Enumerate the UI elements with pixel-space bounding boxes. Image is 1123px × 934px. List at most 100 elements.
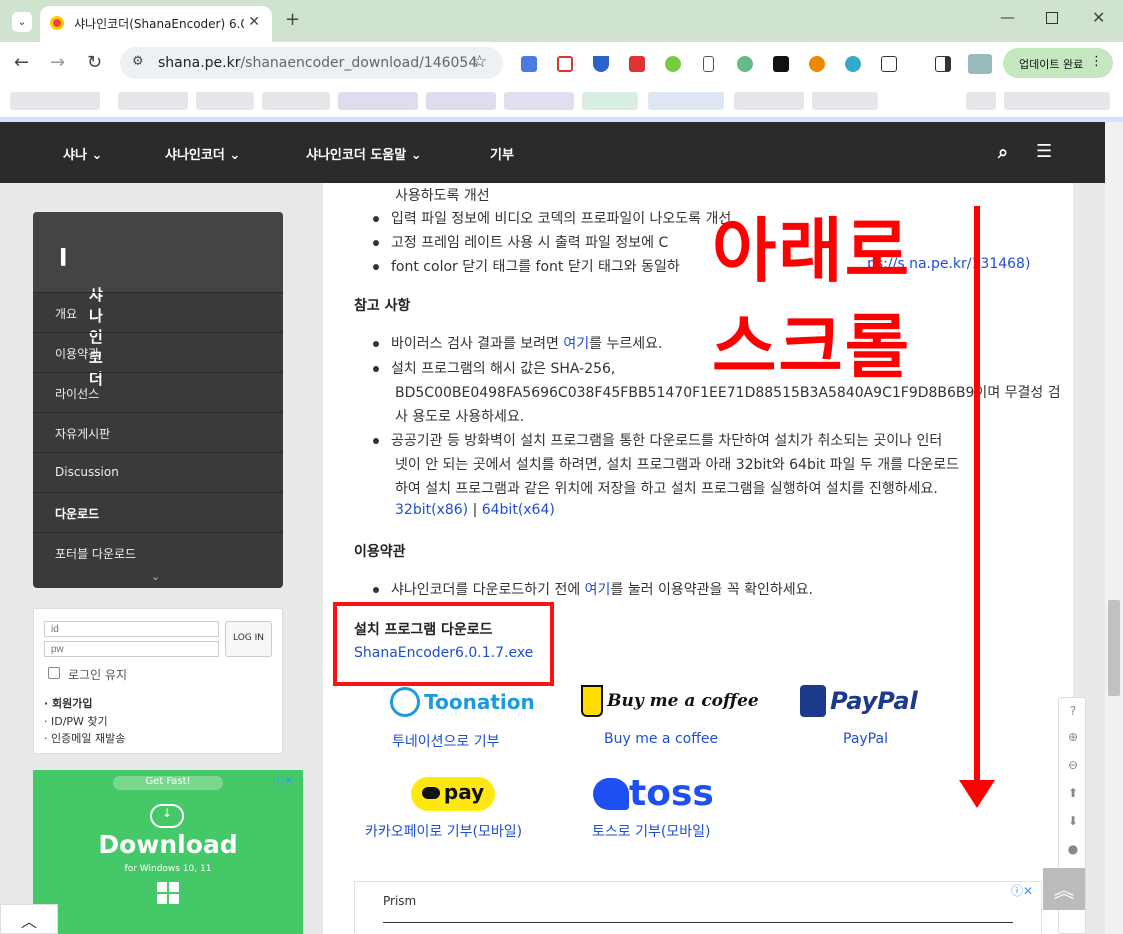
sidebar-item-license[interactable]: 라이선스 (33, 372, 283, 412)
new-tab-icon[interactable]: + (285, 11, 300, 29)
paypal-logo[interactable]: PayPal (800, 685, 918, 717)
list-text: 하여 설치 프로그램과 같은 위치에 저장을 하고 설치 프로그램을 실행하여 … (395, 481, 938, 497)
browser-chrome: ⌄ 샤나인코더(ShanaEncoder) 6.0. ✕ + — ✕ ← → ↻… (0, 0, 1123, 122)
keep-login-checkbox[interactable] (48, 667, 60, 679)
ext-black-icon[interactable] (773, 56, 789, 72)
download-ext-icon[interactable] (593, 56, 609, 72)
terms-link[interactable]: 여기 (585, 582, 611, 598)
nav-item-encoder[interactable]: 샤나인코더 ⌄ (165, 144, 240, 163)
bookmark-item[interactable] (648, 92, 724, 110)
zoom-in-icon[interactable]: ⊕ (1059, 730, 1087, 744)
sidebar-menu: ▍ 샤나인코더 개요 이용약관 라이선스 자유게시판 Discussion 다운로… (33, 212, 283, 588)
ad-divider (383, 922, 1013, 923)
ad-info-icon[interactable]: ⓘ✕ (273, 772, 293, 788)
help-icon[interactable]: ? (1059, 704, 1087, 718)
bookmark-item[interactable] (196, 92, 254, 110)
tab-search-icon[interactable]: ⌄ (12, 12, 32, 32)
nav-item-shana[interactable]: 샤나 ⌄ (63, 144, 102, 163)
update-button[interactable]: 업데이트 완료 ⋮ (1003, 48, 1113, 78)
list-item: 바이러스 검사 결과를 보려면 여기를 누르세요. (373, 333, 662, 353)
ext-green-icon[interactable] (665, 56, 681, 72)
list-text: 넷이 안 되는 곳에서 설치를 하려면, 설치 프로그램과 아래 32bit와 … (395, 457, 959, 473)
pdf-ext-icon[interactable] (629, 56, 645, 72)
bookmark-item[interactable] (118, 92, 188, 110)
sidebar-item-discussion[interactable]: Discussion (33, 452, 283, 492)
list-item: 고정 프레임 레이트 사용 시 출력 파일 정보에 C (373, 232, 668, 252)
sidebar-item-terms[interactable]: 이용약관 (33, 332, 283, 372)
toonation-logo[interactable]: Toonation (390, 687, 535, 717)
bottom-ad[interactable]: Prism ⓘ✕ (354, 881, 1042, 934)
toss-logo[interactable]: toss (593, 773, 714, 814)
nav-item-help[interactable]: 샤나인코더 도움말 ⌄ (306, 144, 422, 163)
minimize-icon[interactable]: — (1000, 10, 1015, 25)
ext-color-icon[interactable] (809, 56, 825, 72)
chevron-down-icon[interactable]: ⌄ (151, 570, 160, 583)
ext-globe-icon[interactable] (737, 56, 753, 72)
bookmark-item[interactable] (262, 92, 330, 110)
ad-title-text: Prism (383, 894, 417, 908)
toss-donate-link[interactable]: 토스로 기부(모바일) (592, 821, 710, 841)
close-window-icon[interactable]: ✕ (1092, 10, 1105, 26)
sidebar-item-portable[interactable]: 포터블 다운로드 (33, 532, 283, 572)
site-info-icon[interactable]: ⚙ (132, 55, 144, 68)
buymeacoffee-donate-link[interactable]: Buy me a coffee (604, 731, 718, 747)
list-item: 샤나인코더를 다운로드하기 전에 여기를 눌러 이용약관을 꼭 확인하세요. (373, 579, 813, 599)
scroll-top-button[interactable]: ︿ (0, 904, 58, 934)
toonation-donate-link[interactable]: 투네이션으로 기부 (392, 731, 500, 751)
pw-input[interactable] (44, 641, 219, 657)
search-icon[interactable]: ⌕ (998, 142, 1008, 163)
ext-blue-icon[interactable] (845, 56, 861, 72)
translate-ext-icon[interactable] (521, 56, 537, 72)
bookmark-item[interactable] (966, 92, 996, 110)
bookmark-item[interactable] (426, 92, 496, 110)
tab-close-icon[interactable]: ✕ (248, 14, 260, 30)
buymeacoffee-logo[interactable]: Buy me a coffee (581, 685, 759, 717)
bookmark-item[interactable] (1004, 92, 1110, 110)
extensions-icon[interactable] (881, 56, 897, 72)
profile-icon[interactable] (968, 54, 992, 74)
forward-icon[interactable]: → (50, 54, 65, 72)
kakaopay-donate-link[interactable]: 카카오페이로 기부(모바일) (365, 821, 522, 841)
download-ad[interactable]: Get Fast! ⓘ✕ ↓ Download for Windows 10, … (33, 770, 303, 934)
sidebar-item-board[interactable]: 자유게시판 (33, 412, 283, 452)
hamburger-menu-icon[interactable]: ☰ (1036, 141, 1052, 162)
paypal-donate-link[interactable]: PayPal (843, 731, 888, 747)
reload-icon[interactable]: ↻ (87, 54, 102, 72)
back-icon[interactable]: ← (14, 54, 29, 72)
nav-item-donate[interactable]: 기부 (490, 144, 514, 163)
down-arrow-icon[interactable]: ⬇ (1059, 814, 1087, 828)
bookmark-ext-icon[interactable] (703, 56, 714, 72)
zoom-out-icon[interactable]: ⊖ (1059, 758, 1087, 772)
ext-red-icon[interactable] (557, 56, 573, 72)
resend-mail-link[interactable]: · 인증메일 재발송 (44, 730, 125, 746)
bookmark-star-icon[interactable]: ☆ (472, 54, 487, 71)
kakaopay-logo[interactable]: pay (411, 777, 495, 811)
comment-icon[interactable]: ● (1059, 842, 1087, 856)
scrollbar-thumb[interactable] (1108, 600, 1120, 696)
bookmark-item[interactable] (504, 92, 574, 110)
maximize-icon[interactable] (1046, 12, 1058, 24)
address-bar[interactable]: ⚙ shana.pe.kr/shanaencoder_download/1460… (120, 47, 503, 79)
bookmark-item[interactable] (10, 92, 100, 110)
sidebar-item-overview[interactable]: 개요 (33, 292, 283, 332)
bookmark-item[interactable] (582, 92, 638, 110)
page-scrollbar[interactable] (1105, 122, 1123, 934)
find-id-link[interactable]: · ID/PW 찾기 (44, 713, 108, 729)
tab-title: 샤나인코더(ShanaEncoder) 6.0. (74, 17, 244, 31)
active-tab[interactable]: 샤나인코더(ShanaEncoder) 6.0. ✕ (40, 6, 272, 42)
bookmark-item[interactable] (734, 92, 804, 110)
id-input[interactable] (44, 621, 219, 637)
link-32bit[interactable]: 32bit(x86) (395, 502, 468, 518)
menu-kebab-icon[interactable]: ⋮ (1090, 54, 1103, 69)
link-64bit[interactable]: 64bit(x64) (482, 502, 555, 518)
signup-link[interactable]: · 회원가입 (44, 695, 93, 711)
bookmark-item[interactable] (812, 92, 878, 110)
login-button[interactable]: LOG IN (225, 621, 272, 657)
ad-info-icon[interactable]: ⓘ✕ (1011, 882, 1033, 899)
sidebar-item-download[interactable]: 다운로드 (33, 492, 283, 532)
sidepanel-icon[interactable] (935, 56, 951, 72)
virus-scan-link[interactable]: 여기 (563, 336, 589, 352)
bookmark-item[interactable] (338, 92, 418, 110)
up-arrow-icon[interactable]: ⬆ (1059, 786, 1087, 800)
scroll-up-button[interactable]: ︽ (1043, 868, 1085, 910)
